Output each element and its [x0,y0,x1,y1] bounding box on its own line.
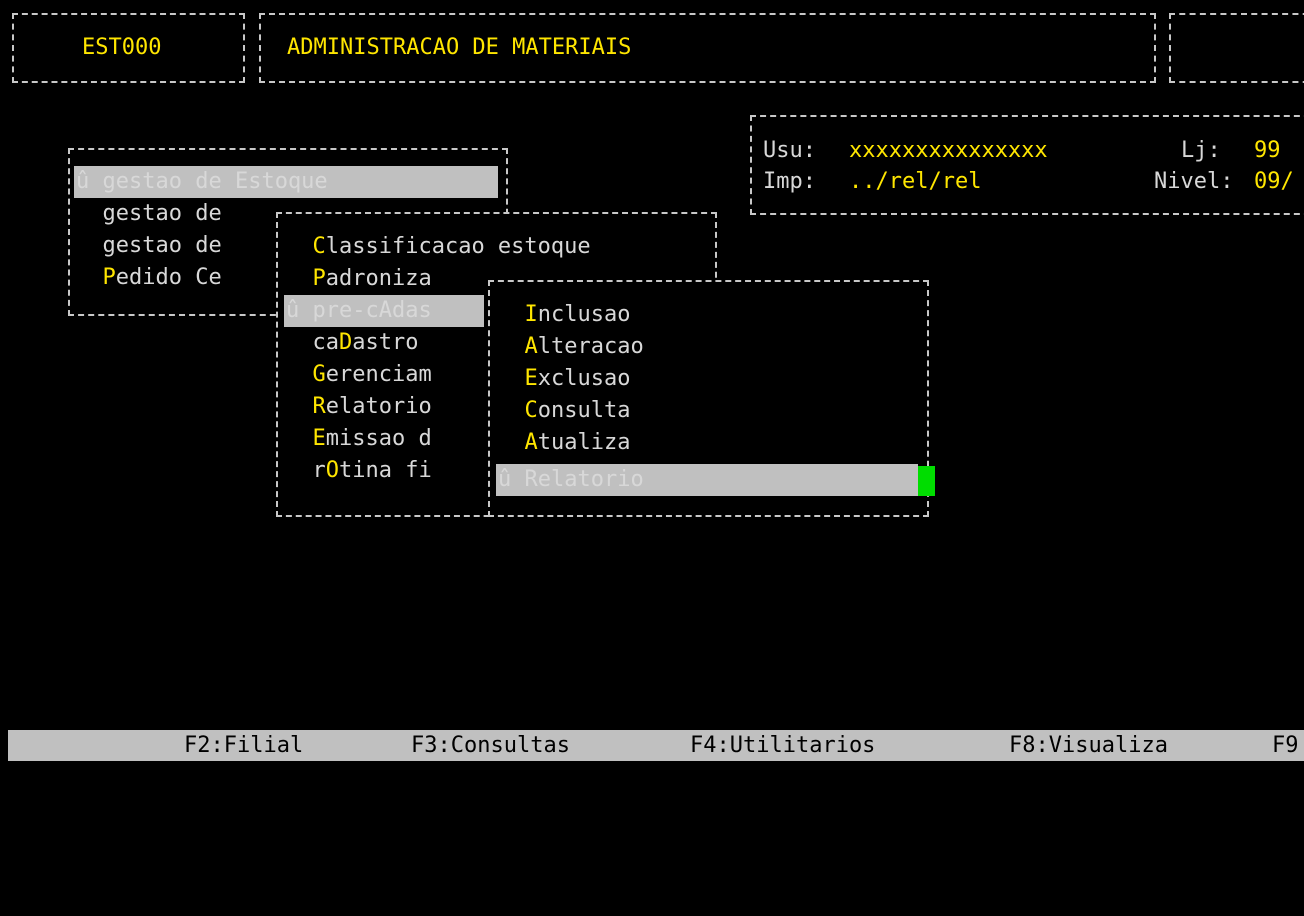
f9-key[interactable]: F9 [1272,730,1299,761]
selection-marker: û [76,169,103,194]
function-key-bar: F2:Filial F3:Consultas F4:Utilitarios F8… [8,730,1304,761]
main-menu-item-estoque[interactable]: û gestao de Estoque [76,166,328,198]
system-title: ADMINISTRACAO DE MATERIAIS [287,35,632,60]
store-label: Lj: [1181,138,1221,163]
user-value: xxxxxxxxxxxxxxx [849,138,1048,163]
f3-consultas-key[interactable]: F3:Consultas [411,730,570,761]
precad-menu-item-alteracao[interactable]: Alteracao [498,331,644,363]
stock-menu-item-precadastro[interactable]: û pre-cAdas [286,295,432,327]
right-info-box [1169,13,1304,83]
precad-menu-item-consulta[interactable]: Consulta [498,395,631,427]
f8-visualiza-key[interactable]: F8:Visualiza [1009,730,1168,761]
program-code: EST000 [82,35,162,60]
user-label: Usu: [763,138,816,163]
text-cursor [918,466,935,496]
level-value: 09/ [1254,169,1294,194]
precad-menu-item-relatorio[interactable]: û Relatorio [498,464,644,496]
printer-label: Imp: [763,169,816,194]
stock-menu-item-relatorio[interactable]: Relatorio [286,391,432,423]
precad-menu-item-atualiza[interactable]: Atualiza [498,427,631,459]
store-value: 99 [1254,138,1281,163]
main-menu-item-gestao-3[interactable]: gestao de [76,230,222,262]
stock-menu-item-rotina[interactable]: rOtina fi [286,455,432,487]
stock-menu-item-cadastro[interactable]: caDastro [286,327,419,359]
f4-utilitarios-key[interactable]: F4:Utilitarios [690,730,875,761]
stock-menu-item-classificacao[interactable]: Classificacao estoque [286,231,591,263]
precad-menu-item-inclusao[interactable]: Inclusao [498,299,631,331]
stock-menu-item-gerenciam[interactable]: Gerenciam [286,359,432,391]
precad-menu-item-exclusao[interactable]: Exclusao [498,363,631,395]
printer-value: ../rel/rel [849,169,982,194]
stock-menu-item-emissao[interactable]: Emissao d [286,423,432,455]
main-menu-item-gestao-2[interactable]: gestao de [76,198,222,230]
main-menu-item-pedido[interactable]: Pedido Ce [76,262,222,294]
stock-menu-item-padroniza[interactable]: Padroniza [286,263,432,295]
f2-filial-key[interactable]: F2:Filial [184,730,303,761]
level-label: Nivel: [1154,169,1234,194]
